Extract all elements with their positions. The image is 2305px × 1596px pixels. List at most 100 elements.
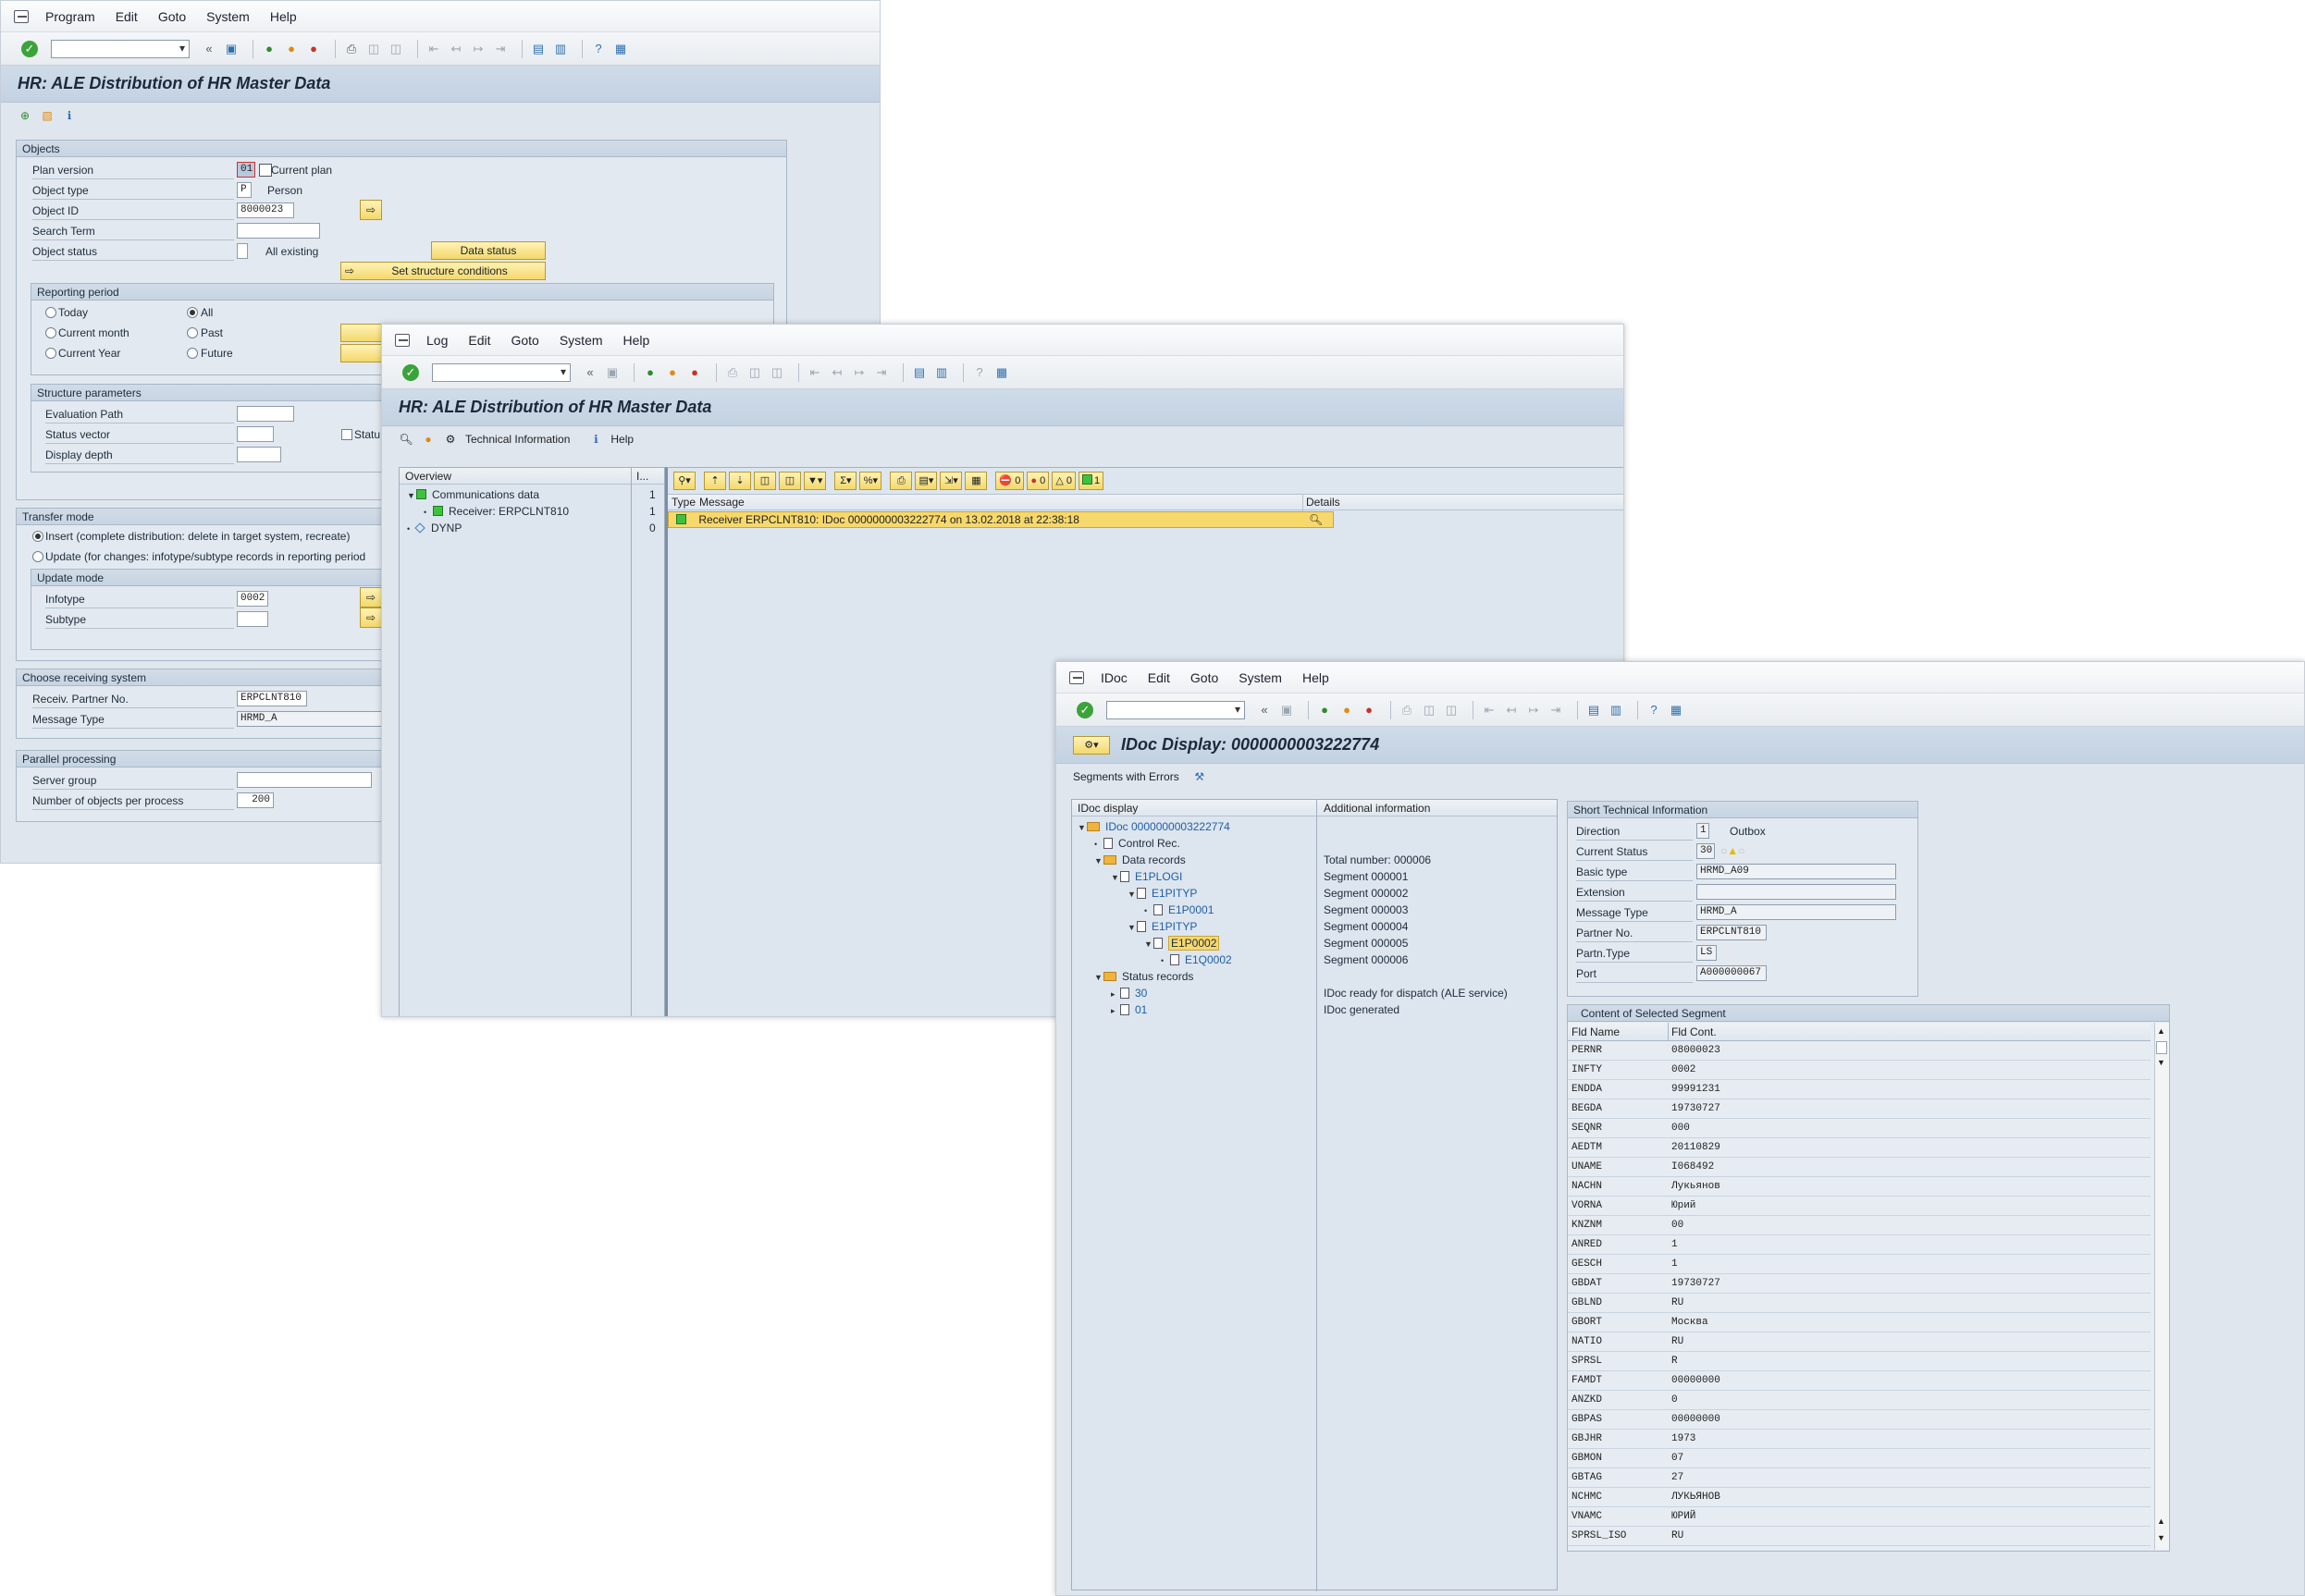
print-icon[interactable]: ⎙ bbox=[724, 364, 741, 381]
segment-field-row[interactable]: AEDTM 20110829 bbox=[1568, 1138, 2151, 1158]
segment-node-selected[interactable]: ▼ E1P0002 bbox=[1144, 935, 1220, 952]
menu-log[interactable]: Log bbox=[426, 333, 448, 348]
plan-version-field[interactable]: 01 bbox=[237, 162, 255, 178]
print-icon[interactable]: ⎙ bbox=[343, 41, 360, 57]
subtype-multiselect-icon[interactable]: ⇨ bbox=[360, 608, 382, 628]
shortcut-icon[interactable]: ▥ bbox=[1608, 702, 1624, 718]
expand-icon[interactable]: • bbox=[1161, 952, 1170, 969]
segment-field-row[interactable]: INFTY 0002 bbox=[1568, 1061, 2151, 1080]
find-icon[interactable]: ◫ bbox=[1421, 702, 1437, 718]
idoc-root-node[interactable]: ▼ IDoc 0000000003222774 bbox=[1078, 818, 1230, 836]
set-structure-conditions-button[interactable]: ⇨ Set structure conditions bbox=[340, 262, 546, 280]
scroll-up-icon[interactable]: ▲ bbox=[2157, 1516, 2165, 1526]
data-records-node[interactable]: ▼ Data records bbox=[1094, 852, 1186, 869]
segment-field-row[interactable]: SEQNR 000 bbox=[1568, 1119, 2151, 1138]
segment-node[interactable]: ▼ E1PITYP bbox=[1128, 885, 1197, 902]
expand-icon[interactable]: ▼ bbox=[1128, 919, 1137, 936]
technical-short-info-icon[interactable]: ⚒ bbox=[1192, 769, 1207, 784]
system-menu-icon[interactable] bbox=[395, 333, 410, 347]
server-group-field[interactable] bbox=[237, 772, 372, 788]
segment-field-row[interactable]: SPRSL R bbox=[1568, 1352, 2151, 1371]
back-arrows-icon[interactable]: « bbox=[582, 364, 598, 381]
receiver-partner-field[interactable]: ERPCLNT810 bbox=[237, 691, 307, 706]
detail-view-icon[interactable]: 🔍︎ bbox=[399, 432, 413, 447]
segment-field-row[interactable]: GESCH 1 bbox=[1568, 1255, 2151, 1274]
shortcut-icon[interactable]: ▥ bbox=[552, 41, 569, 57]
object-id-field[interactable]: 8000023 bbox=[237, 203, 294, 218]
help-icon[interactable]: ? bbox=[971, 364, 988, 381]
status-record-node[interactable]: ▸ 01 bbox=[1111, 1001, 1147, 1019]
menu-goto[interactable]: Goto bbox=[158, 9, 186, 24]
segment-field-row[interactable]: BEGDA 19730727 bbox=[1568, 1099, 2151, 1119]
menu-system[interactable]: System bbox=[560, 333, 603, 348]
back-arrows-icon[interactable]: « bbox=[1256, 702, 1273, 718]
expand-icon[interactable]: ▼ bbox=[1128, 886, 1137, 902]
segment-field-row[interactable]: SPRSL_ISO RU bbox=[1568, 1527, 2151, 1546]
expand-icon[interactable]: • bbox=[1094, 836, 1103, 853]
expand-icon[interactable]: ▼ bbox=[1144, 936, 1153, 952]
segment-field-row[interactable]: GBTAG 27 bbox=[1568, 1468, 2151, 1488]
segment-node[interactable]: ▼ E1PITYP bbox=[1128, 918, 1197, 936]
segment-field-row[interactable]: NATIO RU bbox=[1568, 1332, 2151, 1352]
segment-field-row[interactable]: VNAMC ЮРИЙ bbox=[1568, 1507, 2151, 1527]
filter-icon[interactable]: ● bbox=[421, 432, 436, 447]
warning-filter-button[interactable]: △ 0 bbox=[1052, 472, 1076, 490]
find-next-icon[interactable]: ◫ bbox=[779, 472, 801, 490]
system-menu-icon[interactable] bbox=[14, 9, 29, 23]
segment-field-row[interactable]: NACHN Лукьянов bbox=[1568, 1177, 2151, 1197]
layout-menu-icon[interactable]: ▦ bbox=[993, 364, 1010, 381]
first-page-icon[interactable]: ⇤ bbox=[425, 41, 442, 57]
command-field[interactable] bbox=[432, 362, 571, 382]
cancel-icon[interactable]: ● bbox=[305, 41, 322, 57]
tree-row-communications[interactable]: ▼ Communications data bbox=[407, 486, 539, 504]
variant-icon[interactable]: ▧ bbox=[40, 108, 55, 123]
evaluation-path-field[interactable] bbox=[237, 406, 294, 422]
subtotal-icon[interactable]: %▾ bbox=[859, 472, 882, 490]
back-icon[interactable]: ● bbox=[261, 41, 277, 57]
object-type-field[interactable]: P bbox=[237, 182, 252, 198]
segment-field-row[interactable]: ANZKD 0 bbox=[1568, 1391, 2151, 1410]
segment-node[interactable]: ▼ E1PLOGI bbox=[1111, 868, 1182, 886]
last-page-icon[interactable]: ⇥ bbox=[492, 41, 509, 57]
help-info-icon[interactable]: ℹ bbox=[588, 432, 603, 447]
segment-field-row[interactable]: GBPAS 00000000 bbox=[1568, 1410, 2151, 1430]
radio-insert[interactable] bbox=[32, 531, 43, 542]
expand-icon[interactable]: ▼ bbox=[1078, 819, 1087, 836]
success-filter-button[interactable]: 1 bbox=[1078, 472, 1104, 490]
scroll-up-icon[interactable]: ▲ bbox=[2157, 1026, 2165, 1036]
segment-field-row[interactable]: UNAME I068492 bbox=[1568, 1158, 2151, 1177]
enter-icon[interactable]: ✓ bbox=[21, 40, 38, 57]
sort-ascending-icon[interactable]: ⇡ bbox=[704, 472, 726, 490]
search-term-field[interactable] bbox=[237, 223, 320, 239]
menu-system[interactable]: System bbox=[206, 9, 250, 24]
find-icon[interactable]: ◫ bbox=[754, 472, 776, 490]
tree-row-receiver[interactable]: • Receiver: ERPCLNT810 bbox=[424, 503, 569, 521]
services-menu-icon[interactable]: ⚙▾ bbox=[1073, 735, 1110, 755]
segment-field-row[interactable]: FAMDT 00000000 bbox=[1568, 1371, 2151, 1391]
expand-icon[interactable]: ▸ bbox=[1111, 986, 1120, 1002]
segment-field-row[interactable]: ANRED 1 bbox=[1568, 1235, 2151, 1255]
layout-menu-icon[interactable]: ▦ bbox=[612, 41, 629, 57]
info-icon[interactable]: ℹ bbox=[62, 108, 77, 123]
infotype-field[interactable]: 0002 bbox=[237, 591, 268, 607]
new-session-icon[interactable]: ▤ bbox=[1585, 702, 1602, 718]
expand-icon[interactable]: ▼ bbox=[407, 487, 416, 504]
segment-field-row[interactable]: VORNA Юрий bbox=[1568, 1197, 2151, 1216]
print-icon[interactable]: ⎙ bbox=[1399, 702, 1415, 718]
objects-per-process-field[interactable]: 200 bbox=[237, 792, 274, 808]
details-magnifier-icon[interactable]: 🔍︎ bbox=[1309, 512, 1323, 527]
column-type[interactable]: Type bbox=[672, 496, 696, 509]
radio-past[interactable] bbox=[187, 327, 198, 338]
layout-icon[interactable]: ▦ bbox=[965, 472, 988, 490]
expand-icon[interactable]: ▼ bbox=[1094, 969, 1103, 986]
save-icon[interactable]: ▣ bbox=[1278, 702, 1295, 718]
cancel-icon[interactable]: ● bbox=[686, 364, 703, 381]
enter-icon[interactable]: ✓ bbox=[402, 363, 419, 381]
find-icon[interactable]: ◫ bbox=[746, 364, 763, 381]
views-icon[interactable]: ▤▾ bbox=[915, 472, 938, 490]
back-icon[interactable]: ● bbox=[642, 364, 659, 381]
radio-current-year[interactable] bbox=[45, 348, 56, 359]
radio-today[interactable] bbox=[45, 307, 56, 318]
subtype-field[interactable] bbox=[237, 611, 268, 627]
value-help-icon[interactable] bbox=[259, 164, 272, 177]
